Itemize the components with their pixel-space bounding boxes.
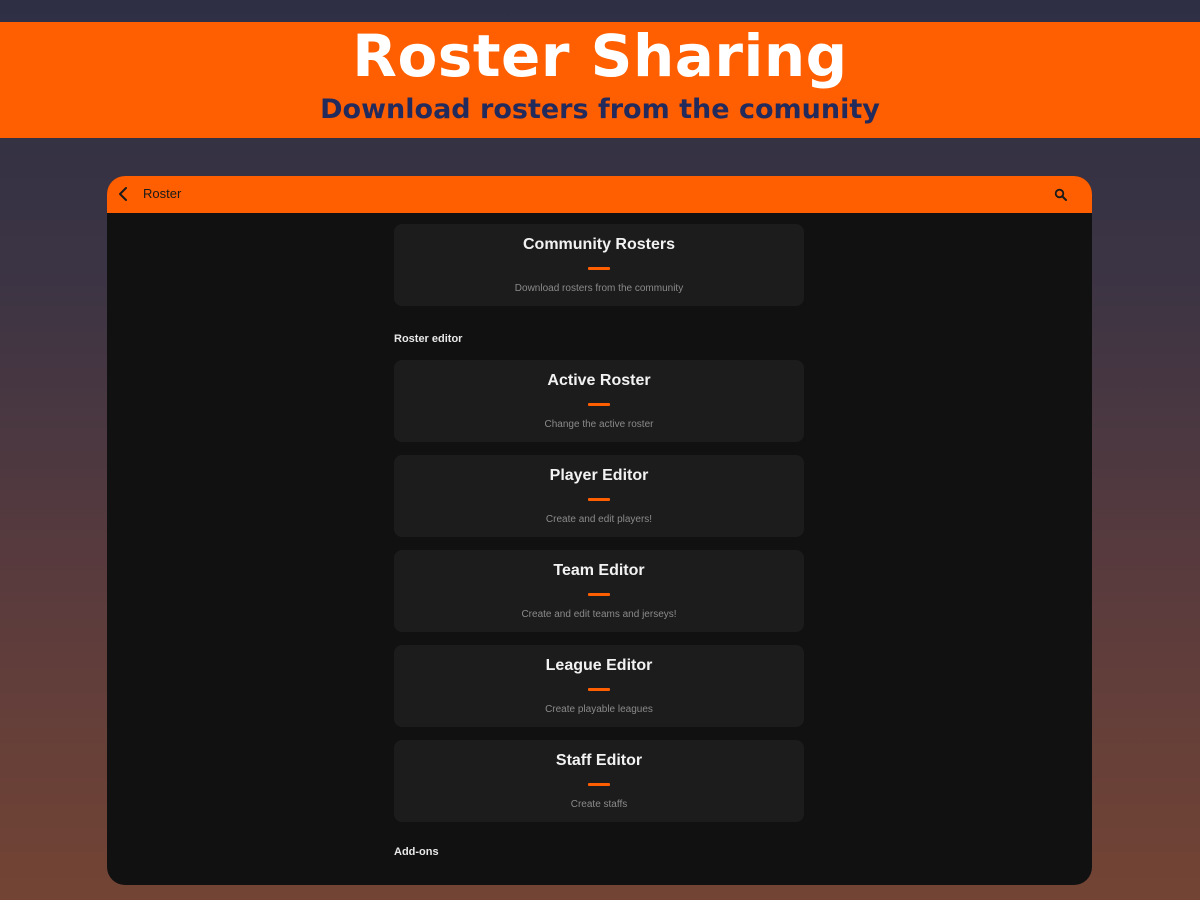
card-title: Player Editor: [549, 467, 649, 484]
card-accent-bar: [588, 267, 610, 270]
card-title: Team Editor: [553, 562, 645, 579]
app-window: Roster Community Rosters Download roster…: [107, 176, 1092, 885]
card-title: Staff Editor: [555, 752, 643, 769]
league-editor-card[interactable]: League Editor Create playable leagues: [394, 645, 804, 727]
card-description: Create playable leagues: [545, 704, 653, 715]
settings-list: Community Rosters Download rosters from …: [394, 224, 804, 873]
community-rosters-card[interactable]: Community Rosters Download rosters from …: [394, 224, 804, 306]
staff-editor-card[interactable]: Staff Editor Create staffs: [394, 740, 804, 822]
section-header-add-ons: Add-ons: [394, 846, 439, 858]
card-description: Create staffs: [570, 799, 628, 810]
card-accent-bar: [588, 403, 610, 406]
active-roster-card[interactable]: Active Roster Change the active roster: [394, 360, 804, 442]
search-icon[interactable]: [1054, 188, 1068, 202]
banner-subtitle: Download rosters from the comunity: [320, 94, 880, 125]
promo-banner: Roster Sharing Download rosters from the…: [0, 22, 1200, 138]
card-accent-bar: [588, 593, 610, 596]
team-editor-card[interactable]: Team Editor Create and edit teams and je…: [394, 550, 804, 632]
app-bar: Roster: [107, 176, 1092, 213]
section-header-roster-editor: Roster editor: [394, 333, 463, 345]
card-title: Community Rosters: [522, 236, 676, 253]
card-description: Change the active roster: [544, 419, 654, 430]
card-title: League Editor: [545, 657, 653, 674]
chevron-left-icon[interactable]: [115, 185, 133, 203]
card-description: Create and edit teams and jerseys!: [521, 609, 677, 620]
card-accent-bar: [588, 783, 610, 786]
card-accent-bar: [588, 688, 610, 691]
card-title: Active Roster: [547, 372, 651, 389]
app-bar-title: Roster: [143, 186, 182, 201]
card-accent-bar: [588, 498, 610, 501]
banner-title: Roster Sharing: [352, 22, 848, 90]
player-editor-card[interactable]: Player Editor Create and edit players!: [394, 455, 804, 537]
card-description: Create and edit players!: [545, 514, 653, 525]
card-description: Download rosters from the community: [514, 283, 684, 294]
